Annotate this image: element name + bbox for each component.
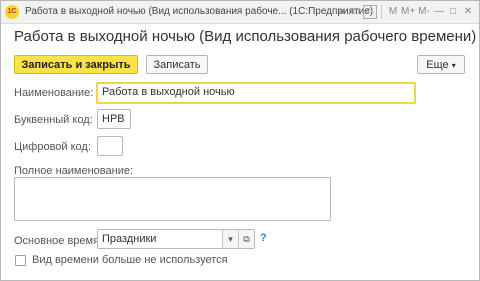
- name-field[interactable]: Работа в выходной ночью: [96, 82, 416, 104]
- letter-code-field[interactable]: НРВ: [97, 109, 131, 129]
- copy-icon[interactable]: ▭: [349, 5, 361, 19]
- toolbar-divider: [381, 5, 382, 19]
- digit-code-field[interactable]: [97, 136, 123, 156]
- save-and-close-button[interactable]: Записать и закрыть: [14, 55, 138, 74]
- app-logo: 1С: [5, 5, 19, 19]
- save-button[interactable]: Записать: [146, 55, 208, 74]
- more-button[interactable]: Еще ▾: [417, 55, 465, 74]
- unused-checkbox[interactable]: [15, 255, 26, 266]
- unused-label: Вид времени больше не используется: [32, 254, 228, 266]
- memory-icon[interactable]: M: [387, 5, 399, 19]
- full-name-label: Полное наименование:: [14, 165, 134, 177]
- back-icon[interactable]: ◂: [335, 5, 347, 19]
- close-icon[interactable]: ✕: [462, 5, 474, 19]
- page-title: Работа в выходной ночью (Вид использован…: [14, 28, 477, 45]
- calendar-icon[interactable]: 31: [363, 5, 377, 19]
- maximize-icon[interactable]: □: [447, 5, 459, 19]
- open-icon[interactable]: ⧉: [238, 230, 254, 248]
- more-label: Еще: [426, 59, 449, 71]
- digit-code-label: Цифровой код:: [14, 141, 91, 153]
- letter-code-label: Буквенный код:: [14, 114, 93, 126]
- name-label: Наименование:: [14, 87, 94, 99]
- form-window: 1С Работа в выходной ночью (Вид использо…: [0, 0, 480, 281]
- minimize-icon[interactable]: —: [433, 5, 445, 19]
- chevron-down-icon: ▾: [451, 61, 456, 70]
- window-title: Работа в выходной ночью (Вид использован…: [25, 6, 374, 17]
- help-icon[interactable]: ?: [260, 232, 267, 244]
- main-time-label: Основное время:: [14, 235, 103, 247]
- memory-minus-icon[interactable]: M-: [417, 5, 431, 19]
- memory-plus-icon[interactable]: M+: [401, 5, 415, 19]
- chevron-down-icon[interactable]: ▾: [222, 230, 238, 248]
- main-time-value: Праздники: [102, 233, 157, 245]
- full-name-textarea[interactable]: [14, 177, 331, 221]
- main-time-select[interactable]: Праздники ▾ ⧉: [97, 229, 255, 249]
- title-bar: 1С Работа в выходной ночью (Вид использо…: [1, 1, 479, 24]
